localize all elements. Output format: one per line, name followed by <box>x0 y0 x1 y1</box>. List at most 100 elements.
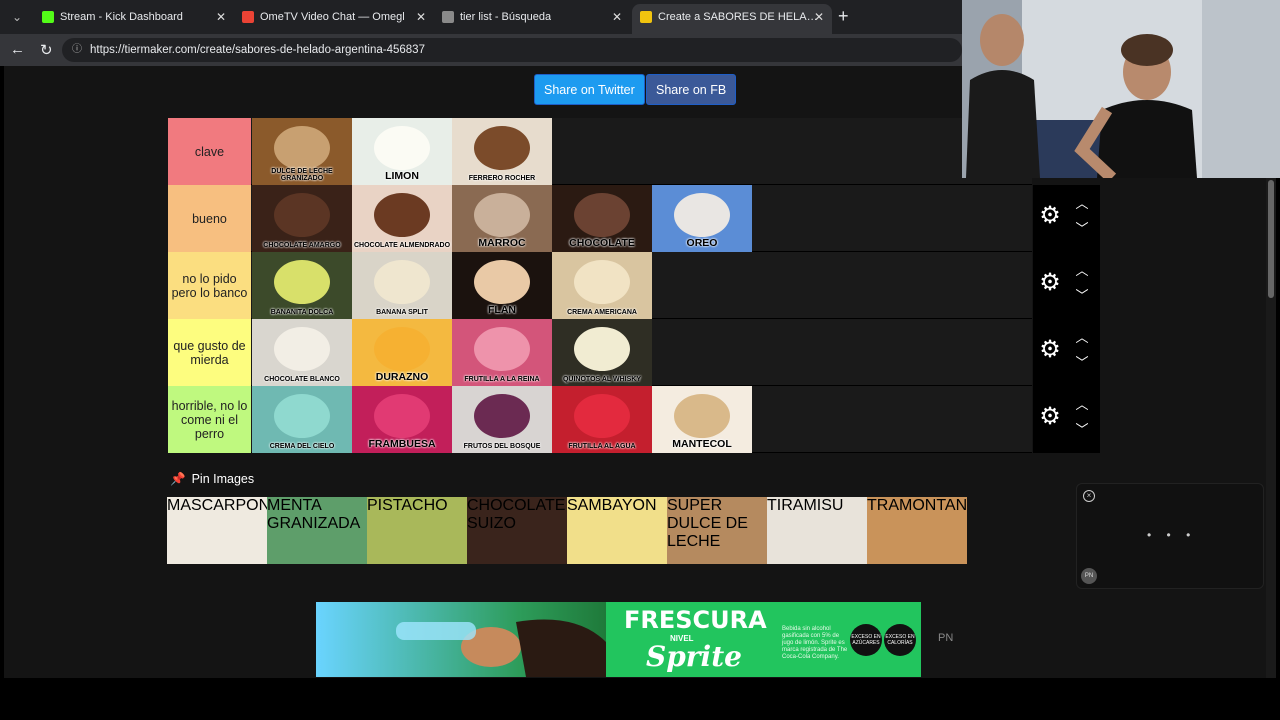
ice-cream-scoop-image <box>574 193 630 237</box>
ad-headline: FRESCURA <box>624 606 767 634</box>
ice-cream-tile[interactable]: FRAMBUESA <box>352 386 452 453</box>
gear-icon[interactable]: ⚙ <box>1039 405 1061 429</box>
tile-caption: QUINOTOS AL WHISKY <box>562 376 642 383</box>
ice-cream-scoop-image <box>574 327 630 371</box>
ice-cream-tile[interactable]: CHOCOLATE AMARGO <box>252 185 352 252</box>
floating-widget[interactable]: × • • • PN <box>1076 483 1264 589</box>
address-bar[interactable]: ⓘ https://tiermaker.com/create/sabores-d… <box>62 38 962 62</box>
tab-favicon-icon <box>640 11 652 24</box>
pin-images-toggle[interactable]: 📌 Pin Images <box>170 472 254 487</box>
browser-tab[interactable]: Stream - Kick Dashboard ✕ <box>34 4 234 34</box>
chevron-up-icon[interactable]: ︿ <box>1073 260 1091 279</box>
tile-caption: CHOCOLATE <box>569 237 635 249</box>
ice-cream-tile[interactable]: OREO <box>652 185 752 252</box>
gear-icon[interactable]: ⚙ <box>1039 271 1061 295</box>
ad-pn-label: PN <box>938 632 954 644</box>
ice-cream-tile[interactable]: CHOCOLATE BLANCO <box>252 319 352 386</box>
ice-cream-scoop-image <box>374 126 430 170</box>
tile-caption: SAMBAYON <box>567 497 657 514</box>
ice-cream-scoop-image <box>474 193 530 237</box>
tab-title: Create a SABORES DE HELADO AR <box>658 11 818 24</box>
chevron-up-icon[interactable]: ︿ <box>1073 193 1091 212</box>
chevron-down-icon[interactable]: ﹀ <box>1073 352 1091 371</box>
ice-cream-scoop-image <box>274 193 330 237</box>
tile-caption: CHOCOLATE AMARGO <box>263 242 341 249</box>
new-tab-button[interactable]: + <box>838 6 849 27</box>
ice-cream-tile[interactable]: BANANITA DOLCA <box>252 252 352 319</box>
tab-close-icon[interactable]: ✕ <box>814 4 824 30</box>
ice-cream-tile[interactable]: MASCARPONE <box>167 497 267 564</box>
ice-cream-tile[interactable]: LIMON <box>352 118 452 185</box>
url-text: https://tiermaker.com/create/sabores-de-… <box>90 44 425 56</box>
ad-image <box>396 619 606 677</box>
ice-cream-tile[interactable]: QUINOTOS AL WHISKY <box>552 319 652 386</box>
tab-close-icon[interactable]: ✕ <box>612 4 622 30</box>
tile-caption: TIRAMISU <box>767 497 844 514</box>
chevron-down-icon[interactable]: ﹀ <box>1073 218 1091 237</box>
tab-close-icon[interactable]: ✕ <box>216 4 226 30</box>
ice-cream-tile[interactable]: SAMBAYON <box>567 497 667 564</box>
ice-cream-tile[interactable]: CHOCOLATE ALMENDRADO <box>352 185 452 252</box>
ice-cream-tile[interactable]: DURAZNO <box>352 319 452 386</box>
tier-controls: ⚙ ︿ ﹀ <box>1033 386 1100 453</box>
tab-search-icon[interactable]: ⌄ <box>6 7 28 27</box>
share-fb-button[interactable]: Share on FB <box>646 74 737 105</box>
ice-cream-tile[interactable]: FLAN <box>452 252 552 319</box>
warning-seal-sugar: EXCESO EN AZÚCARES <box>850 624 882 656</box>
pin-images-label: Pin Images <box>191 472 255 486</box>
chevron-down-icon[interactable]: ﹀ <box>1073 285 1091 304</box>
ice-cream-scoop-image <box>274 126 330 170</box>
page-scrollbar[interactable] <box>1266 178 1276 678</box>
ad-fine-print: Bebida sin alcohol gasificada con 5% de … <box>782 626 848 660</box>
chevron-up-icon[interactable]: ︿ <box>1073 394 1091 413</box>
tile-caption: DULCE DE LECHE GRANIZADO <box>271 168 333 182</box>
browser-tab[interactable]: Create a SABORES DE HELADO AR✕ <box>632 4 832 34</box>
ice-cream-scoop-image <box>474 394 530 438</box>
tier-label[interactable]: que gusto de mierda <box>168 319 251 386</box>
ice-cream-tile[interactable]: TRAMONTANA <box>867 497 967 564</box>
ice-cream-tile[interactable]: FERRERO ROCHER <box>452 118 552 185</box>
ice-cream-tile[interactable]: SUPER DULCE DE LECHE <box>667 497 767 564</box>
ice-cream-tile[interactable]: MARROC <box>452 185 552 252</box>
loading-dots: • • • <box>1147 528 1197 542</box>
scrollbar-thumb[interactable] <box>1268 180 1274 298</box>
share-twitter-button[interactable]: Share on Twitter <box>534 74 645 105</box>
ice-cream-tile[interactable]: FRUTOS DEL BOSQUE <box>452 386 552 453</box>
close-icon[interactable]: × <box>1083 490 1095 502</box>
ice-cream-tile[interactable]: CHOCOLATE SUIZO <box>467 497 567 564</box>
ice-cream-tile[interactable]: FRUTILLA A LA REINA <box>452 319 552 386</box>
ice-cream-tile[interactable]: CREMA AMERICANA <box>552 252 652 319</box>
gear-icon[interactable]: ⚙ <box>1039 338 1061 362</box>
tab-close-icon[interactable]: ✕ <box>416 4 426 30</box>
ice-cream-tile[interactable]: DULCE DE LECHE GRANIZADO <box>252 118 352 185</box>
ice-cream-scoop-image <box>274 327 330 371</box>
tier-label[interactable]: horrible, no lo come ni el perro <box>168 386 251 453</box>
ice-cream-tile[interactable]: MANTECOL <box>652 386 752 453</box>
tier-row: que gusto de mierda CHOCOLATE BLANCO DURAZ… <box>168 319 1032 386</box>
tier-label[interactable]: bueno <box>168 185 251 252</box>
reload-icon[interactable]: ↻ <box>40 41 53 59</box>
tier-controls: ⚙ ︿ ﹀ <box>1033 185 1100 252</box>
back-icon[interactable]: ← <box>10 41 25 58</box>
gear-icon[interactable]: ⚙ <box>1039 204 1061 228</box>
ice-cream-tile[interactable]: MENTA GRANIZADA <box>267 497 367 564</box>
tier-label[interactable]: clave <box>168 118 251 185</box>
ice-cream-scoop-image <box>374 193 430 237</box>
ice-cream-tile[interactable]: CREMA DEL CIELO <box>252 386 352 453</box>
browser-tab[interactable]: tier list - Búsqueda ✕ <box>434 4 630 34</box>
tab-favicon-icon <box>442 11 454 24</box>
ice-cream-tile[interactable]: PISTACHO <box>367 497 467 564</box>
ice-cream-tile[interactable]: FRUTILLA AL AGUA <box>552 386 652 453</box>
chevron-down-icon[interactable]: ﹀ <box>1073 419 1091 438</box>
ice-cream-tile[interactable]: CHOCOLATE <box>552 185 652 252</box>
ice-cream-tile[interactable]: BANANA SPLIT <box>352 252 452 319</box>
tile-caption: FLAN <box>488 304 516 316</box>
chevron-up-icon[interactable]: ︿ <box>1073 327 1091 346</box>
browser-tab[interactable]: OmeTV Video Chat — Omegl ✕ <box>234 4 434 34</box>
tier-row: no lo pido pero lo banco BANANITA DOLCA BA… <box>168 252 1032 319</box>
ice-cream-tile[interactable]: TIRAMISU <box>767 497 867 564</box>
pin-icon: 📌 <box>170 472 186 486</box>
sprite-ad-banner[interactable]: FRESCURA NIVEL Sprite Bebida sin alcohol… <box>316 602 921 677</box>
site-info-icon[interactable]: ⓘ <box>72 38 82 62</box>
tier-label[interactable]: no lo pido pero lo banco <box>168 252 251 319</box>
